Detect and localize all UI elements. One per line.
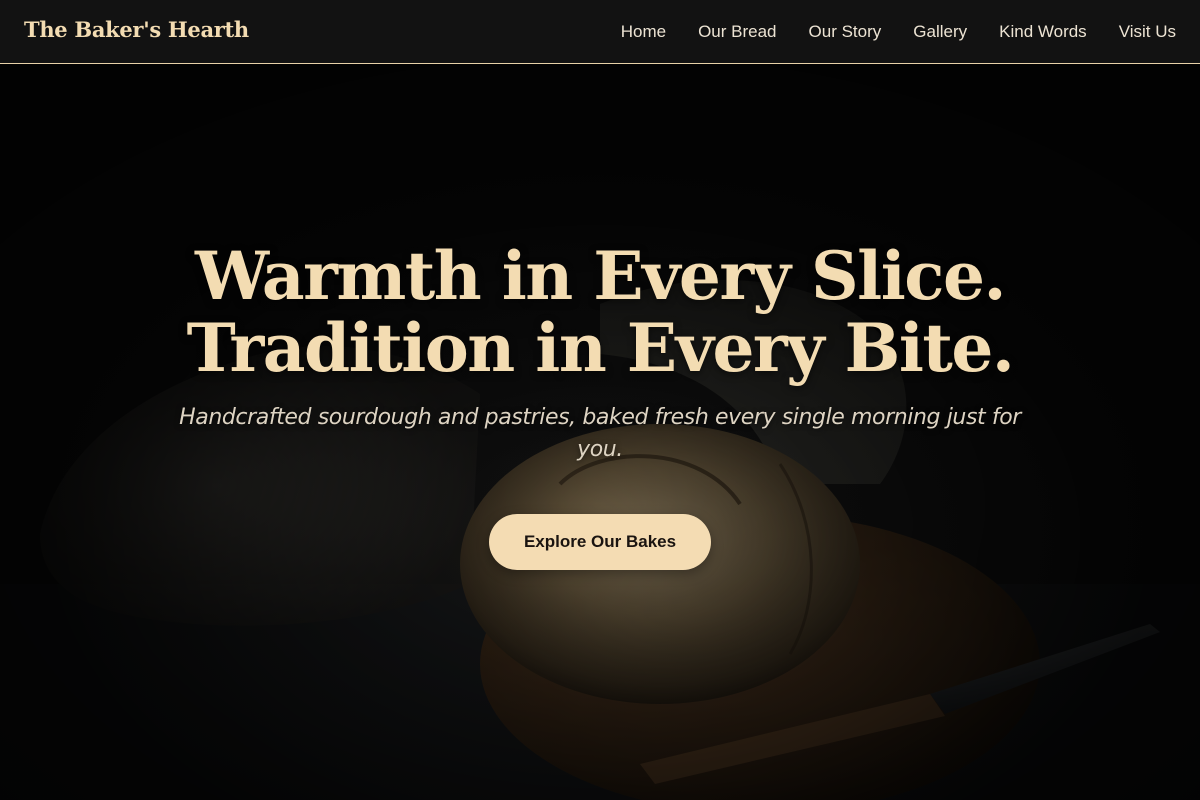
nav-link-gallery[interactable]: Gallery (913, 22, 967, 41)
brand-logo-link[interactable]: The Baker's Hearth (24, 17, 249, 42)
nav-link-home[interactable]: Home (621, 22, 666, 41)
hero-content: Warmth in Every Slice. Tradition in Ever… (0, 240, 1200, 570)
hero-title-line-2: Tradition in Every Bite. (186, 309, 1015, 387)
nav-item-home: Home (621, 22, 666, 42)
nav-link-our-bread[interactable]: Our Bread (698, 22, 776, 41)
site-header: The Baker's Hearth Home Our Bread Our St… (0, 0, 1200, 64)
nav-link-kind-words[interactable]: Kind Words (999, 22, 1087, 41)
nav-item-gallery: Gallery (913, 22, 967, 42)
nav-item-kind-words: Kind Words (999, 22, 1087, 42)
hero-tagline: Handcrafted sourdough and pastries, bake… (179, 405, 1021, 462)
nav-item-our-story: Our Story (809, 22, 882, 42)
nav-link-visit-us[interactable]: Visit Us (1119, 22, 1176, 41)
hero-section: Warmth in Every Slice. Tradition in Ever… (0, 64, 1200, 800)
nav-item-visit-us: Visit Us (1119, 22, 1176, 42)
hero-title-line-1: Warmth in Every Slice. (195, 237, 1006, 315)
hero-title: Warmth in Every Slice. Tradition in Ever… (0, 240, 1200, 384)
nav-link-our-story[interactable]: Our Story (809, 22, 882, 41)
main-nav: Home Our Bread Our Story Gallery Kind Wo… (621, 0, 1176, 64)
nav-item-our-bread: Our Bread (698, 22, 776, 42)
explore-bakes-button[interactable]: Explore Our Bakes (489, 514, 711, 570)
